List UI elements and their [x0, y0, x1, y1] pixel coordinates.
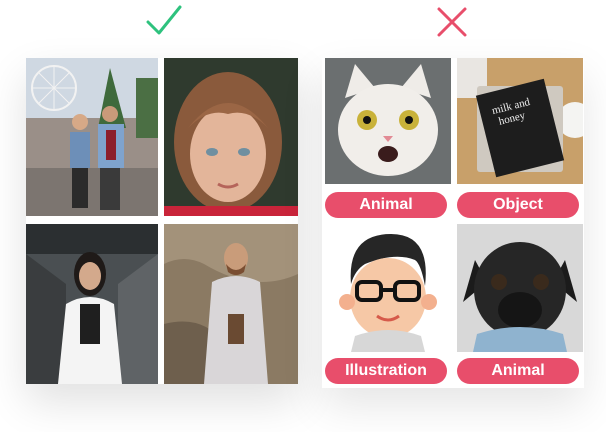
cat-photo — [325, 58, 451, 184]
bad-examples-card: milk and honey Animal Object Illustratio… — [322, 58, 584, 388]
man-portrait-photo — [164, 224, 298, 384]
good-examples-card — [26, 58, 298, 384]
woman-portrait-photo — [26, 224, 158, 384]
book-photo: milk and honey — [457, 58, 583, 184]
cartoon-man-illustration — [325, 224, 451, 352]
girl-portrait-photo — [164, 58, 298, 216]
label-pill: Illustration — [325, 358, 447, 384]
label-pill: Animal — [457, 358, 579, 384]
couple-photo — [26, 58, 158, 216]
pug-photo — [457, 224, 583, 352]
label-pill: Object — [457, 192, 579, 218]
check-icon — [146, 5, 182, 35]
cross-icon — [437, 7, 467, 37]
label-pill: Animal — [325, 192, 447, 218]
